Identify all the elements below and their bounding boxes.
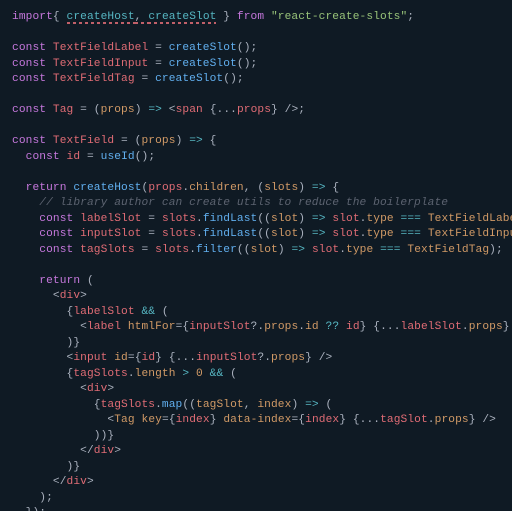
- code-line: });: [12, 507, 46, 511]
- code-line: </div>: [12, 445, 121, 457]
- code-line: <label htmlFor={inputSlot?.props.id ?? i…: [12, 321, 512, 333]
- code-line: ))}: [12, 430, 114, 442]
- code-line: const TextFieldInput = createSlot();: [12, 58, 257, 70]
- code-editor[interactable]: import{ createHost, createSlot } from "r…: [0, 0, 512, 511]
- code-line: )}: [12, 461, 80, 473]
- code-line: const Tag = (props) => <span {...props} …: [12, 104, 305, 116]
- code-line: import{ createHost, createSlot } from "r…: [12, 11, 414, 23]
- code-line: const TextFieldLabel = createSlot();: [12, 42, 257, 54]
- code-line: return (: [12, 275, 94, 287]
- code-line: {tagSlots.map((tagSlot, index) => (: [12, 399, 332, 411]
- code-line: const labelSlot = slots.findLast((slot) …: [12, 213, 512, 225]
- import-underline: createHost: [67, 11, 135, 23]
- code-line: const tagSlots = slots.filter((slot) => …: [12, 244, 503, 256]
- code-line: </div>: [12, 476, 94, 488]
- code-line: const inputSlot = slots.findLast((slot) …: [12, 228, 512, 240]
- code-line: <input id={id} {...inputSlot?.props} />: [12, 352, 332, 364]
- code-line: {tagSlots.length > 0 && (: [12, 368, 237, 380]
- code-line: // library author can create utils to re…: [12, 197, 448, 209]
- code-line: {labelSlot && (: [12, 306, 169, 318]
- code-line: )}: [12, 337, 80, 349]
- code-line: <div>: [12, 383, 114, 395]
- code-line: <Tag key={index} data-index={index} {...…: [12, 414, 496, 426]
- code-line: const TextField = (props) => {: [12, 135, 216, 147]
- code-line: const TextFieldTag = createSlot();: [12, 73, 244, 85]
- code-line: return createHost(props.children, (slots…: [12, 182, 339, 194]
- code-line: );: [12, 492, 53, 504]
- code-line: const id = useId();: [12, 151, 155, 163]
- code-line: <div>: [12, 290, 87, 302]
